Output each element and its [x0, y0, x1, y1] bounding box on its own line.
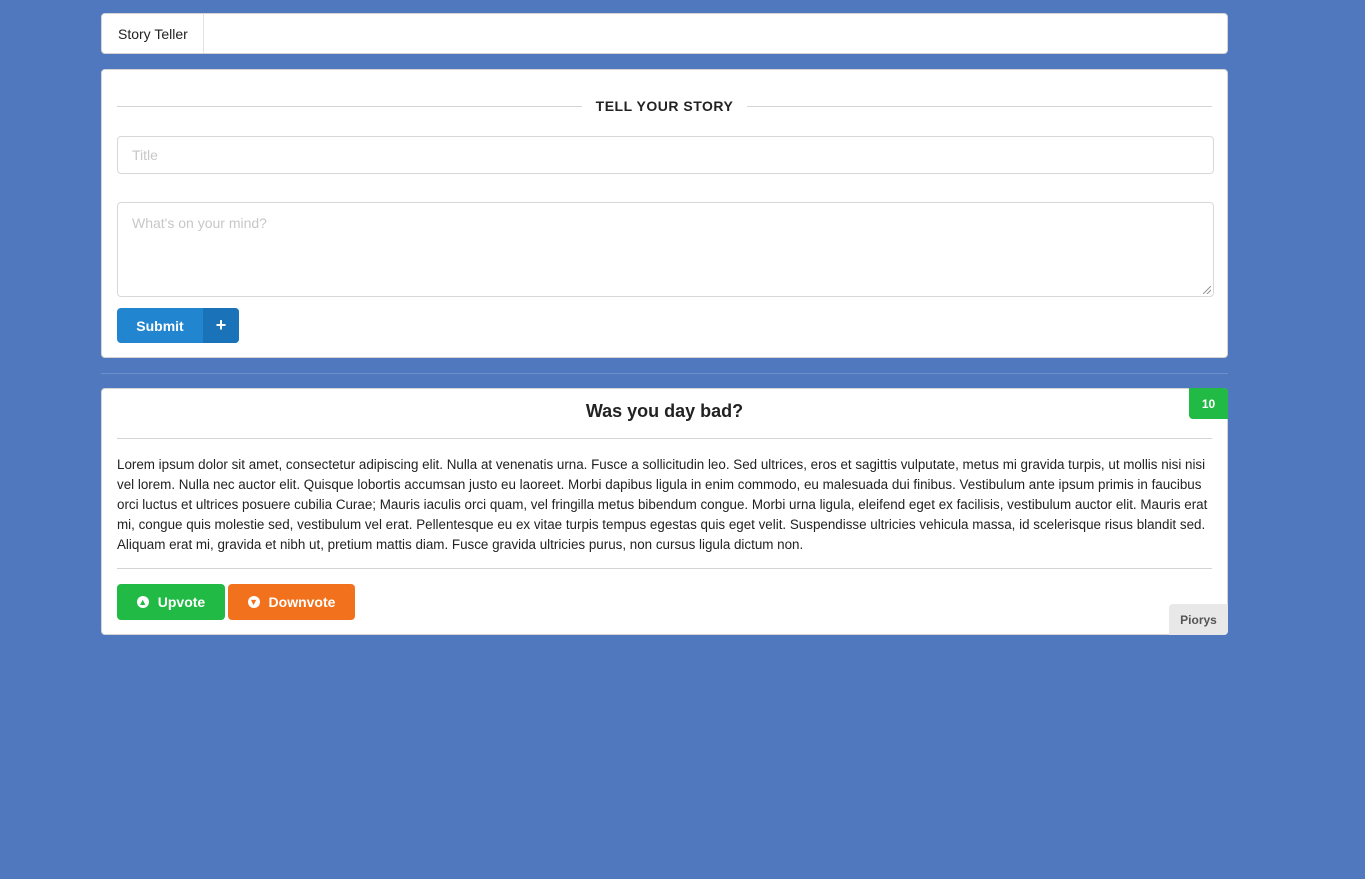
submit-button-label: Submit — [136, 317, 184, 334]
story-form: TELL YOUR STORY Submit + — [101, 69, 1228, 358]
upvote-label: Upvote — [157, 594, 206, 610]
story-body: Lorem ipsum dolor sit amet, consectetur … — [117, 457, 1208, 552]
author-label: Piorys — [1169, 604, 1228, 635]
upvote-button[interactable]: ▲ Upvote — [117, 584, 225, 620]
brand-menu-item[interactable]: Story Teller — [102, 14, 204, 53]
divider-line-left — [117, 105, 582, 107]
arrow-down-circle-icon: ▼ — [247, 596, 260, 608]
story-title: Was you day bad? — [585, 401, 744, 421]
story-textarea[interactable] — [117, 202, 1214, 297]
form-heading: TELL YOUR STORY — [595, 98, 734, 114]
downvote-button[interactable]: ▼ Downvote — [228, 584, 355, 620]
downvote-label: Downvote — [268, 594, 336, 610]
top-menu: Story Teller — [101, 13, 1228, 54]
vote-count-badge: 10 — [1189, 388, 1228, 419]
arrow-up-circle-icon: ▲ — [136, 596, 149, 608]
section-divider — [101, 373, 1228, 374]
plus-icon: + — [203, 308, 239, 343]
resize-grip-icon[interactable] — [1203, 286, 1211, 294]
title-input[interactable] — [117, 136, 1214, 174]
divider-line-right — [747, 105, 1213, 107]
story-divider-top — [117, 438, 1212, 439]
submit-button[interactable]: Submit + — [117, 308, 239, 343]
form-heading-divider: TELL YOUR STORY — [117, 96, 1213, 116]
story-card: Was you day bad? 10 Lorem ipsum dolor si… — [101, 388, 1228, 635]
story-divider-bottom — [117, 568, 1212, 569]
